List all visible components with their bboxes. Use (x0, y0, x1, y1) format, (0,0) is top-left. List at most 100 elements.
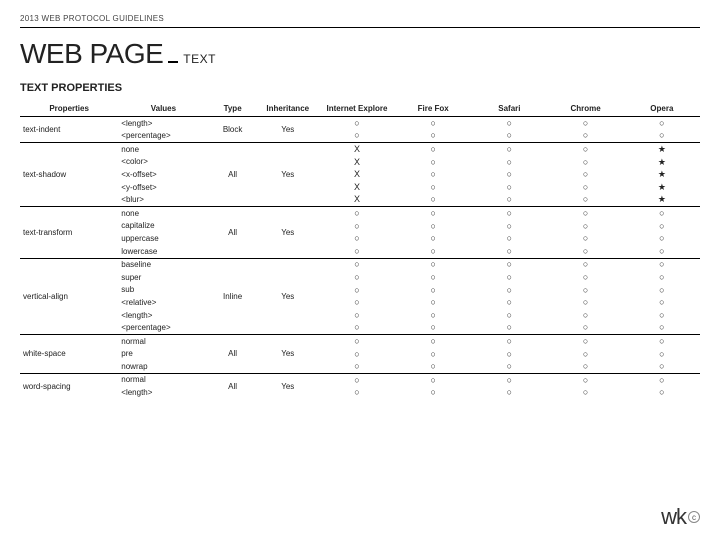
inheritance-cell: Yes (257, 207, 319, 258)
col-firefox: Fire Fox (395, 102, 471, 117)
inheritance-cell: Yes (257, 258, 319, 334)
support-cell: ○ (395, 130, 471, 143)
value-cell: <relative> (118, 296, 208, 309)
table-row: vertical-alignbaselineInlineYes○○○○○ (20, 258, 700, 271)
support-cell: ○ (471, 387, 547, 400)
support-cell: ○ (548, 258, 624, 271)
table-row: <y-offset>X○○○★ (20, 181, 700, 194)
support-cell: X (319, 194, 395, 207)
support-cell: ○ (624, 220, 700, 233)
support-cell: ○ (624, 296, 700, 309)
support-cell: ○ (548, 387, 624, 400)
value-cell: pre (118, 348, 208, 361)
support-cell: ★ (624, 181, 700, 194)
title-main: WEB PAGE (20, 38, 163, 70)
support-cell: ○ (319, 258, 395, 271)
support-cell: ○ (624, 387, 700, 400)
table-row: <percentage>○○○○○ (20, 322, 700, 335)
support-cell: ○ (624, 309, 700, 322)
value-cell: <length> (118, 117, 208, 130)
table-row: sub○○○○○ (20, 284, 700, 297)
title-sub: TEXT (183, 52, 216, 70)
support-cell: ○ (395, 373, 471, 386)
support-cell: ○ (471, 194, 547, 207)
col-safari: Safari (471, 102, 547, 117)
type-cell: Block (209, 117, 257, 143)
support-cell: ○ (471, 258, 547, 271)
support-cell: ○ (319, 245, 395, 258)
support-cell: ○ (624, 322, 700, 335)
support-cell: ○ (395, 322, 471, 335)
value-cell: super (118, 271, 208, 284)
table-row: text-transformnoneAllYes○○○○○ (20, 207, 700, 220)
support-cell: ○ (548, 348, 624, 361)
support-cell: ★ (624, 143, 700, 156)
support-cell: ○ (548, 181, 624, 194)
support-cell: ○ (319, 387, 395, 400)
property-cell: text-indent (20, 117, 118, 143)
support-cell: ○ (548, 168, 624, 181)
support-cell: ★ (624, 168, 700, 181)
inheritance-cell: Yes (257, 143, 319, 206)
support-cell: ○ (548, 360, 624, 373)
support-cell: ○ (395, 360, 471, 373)
support-cell: ○ (395, 284, 471, 297)
support-cell: ○ (471, 309, 547, 322)
property-cell: text-transform (20, 207, 118, 258)
table-row: <x-offset>X○○○★ (20, 168, 700, 181)
support-cell: ○ (624, 335, 700, 348)
support-cell: ○ (319, 348, 395, 361)
value-cell: <percentage> (118, 322, 208, 335)
value-cell: normal (118, 335, 208, 348)
value-cell: none (118, 207, 208, 220)
support-cell: ○ (624, 373, 700, 386)
value-cell: nowrap (118, 360, 208, 373)
table-row: <percentage>○○○○○ (20, 130, 700, 143)
col-inheritance: Inheritance (257, 102, 319, 117)
support-cell: ○ (319, 335, 395, 348)
support-cell: ○ (471, 117, 547, 130)
property-cell: text-shadow (20, 143, 118, 206)
support-cell: ○ (548, 245, 624, 258)
col-type: Type (209, 102, 257, 117)
type-cell: Inline (209, 258, 257, 334)
support-cell: ○ (471, 360, 547, 373)
value-cell: <color> (118, 156, 208, 169)
table-row: white-spacenormalAllYes○○○○○ (20, 335, 700, 348)
support-cell: ○ (319, 130, 395, 143)
support-cell: ○ (319, 220, 395, 233)
support-cell: ○ (624, 245, 700, 258)
value-cell: normal (118, 373, 208, 386)
support-cell: ○ (624, 348, 700, 361)
footer-logo: wk c (661, 504, 700, 530)
support-cell: ○ (395, 143, 471, 156)
support-cell: ○ (548, 143, 624, 156)
table-header-row: Properties Values Type Inheritance Inter… (20, 102, 700, 117)
table-row: word-spacingnormalAllYes○○○○○ (20, 373, 700, 386)
header-rule (20, 27, 700, 28)
support-cell: X (319, 143, 395, 156)
doc-top-label: 2013 WEB PROTOCOL GUIDELINES (20, 14, 700, 23)
support-cell: ○ (471, 271, 547, 284)
support-cell: ○ (624, 258, 700, 271)
value-cell: baseline (118, 258, 208, 271)
support-cell: ○ (319, 360, 395, 373)
value-cell: none (118, 143, 208, 156)
support-cell: ○ (471, 335, 547, 348)
support-cell: ○ (624, 284, 700, 297)
support-cell: ○ (395, 220, 471, 233)
support-cell: ○ (548, 117, 624, 130)
support-cell: ○ (548, 194, 624, 207)
support-cell: ○ (395, 309, 471, 322)
value-cell: capitalize (118, 220, 208, 233)
support-cell: ○ (548, 309, 624, 322)
value-cell: <length> (118, 387, 208, 400)
support-cell: ○ (319, 322, 395, 335)
value-cell: sub (118, 284, 208, 297)
support-cell: ○ (395, 117, 471, 130)
support-cell: ○ (471, 232, 547, 245)
support-cell: ○ (395, 387, 471, 400)
property-cell: vertical-align (20, 258, 118, 334)
support-cell: ○ (395, 168, 471, 181)
inheritance-cell: Yes (257, 117, 319, 143)
